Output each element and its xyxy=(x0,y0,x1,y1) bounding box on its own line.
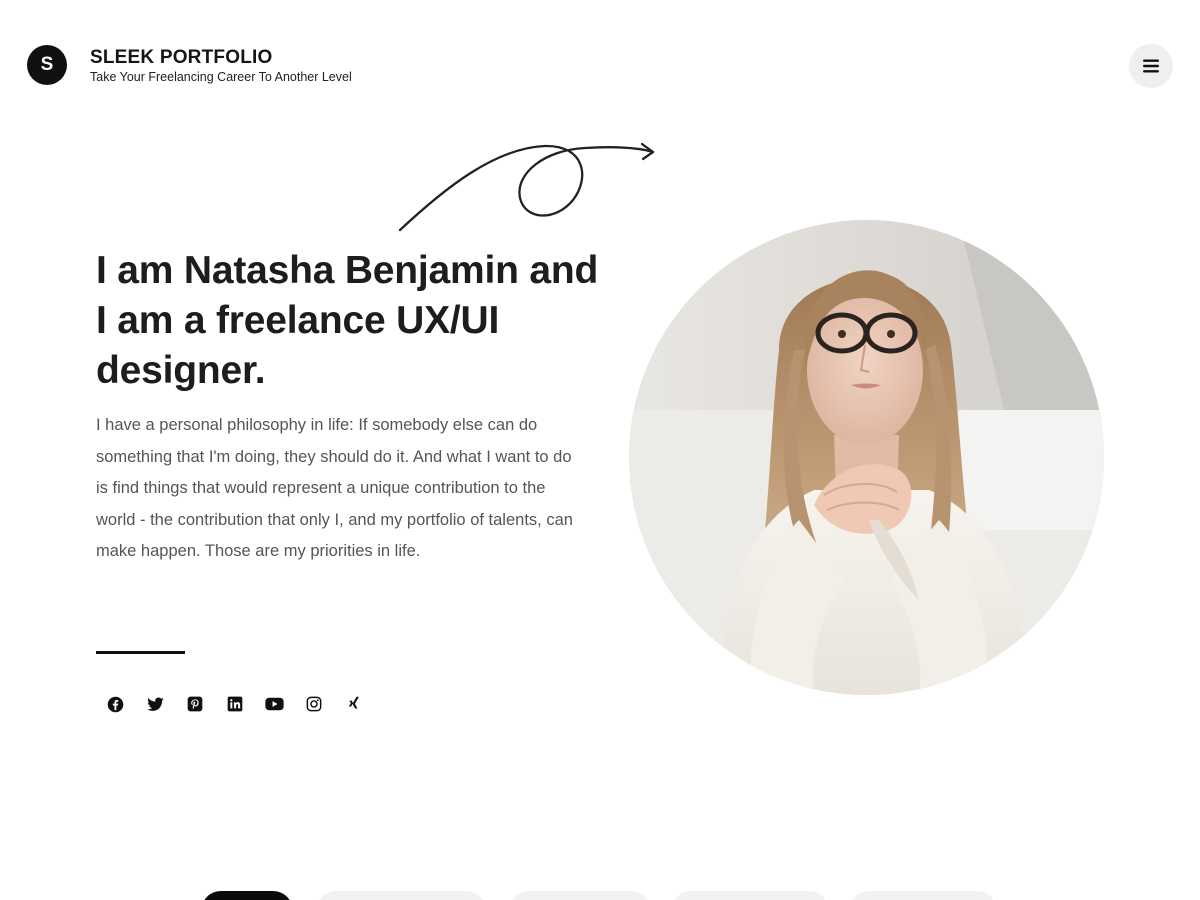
filter-tab[interactable] xyxy=(316,891,486,900)
filter-tab[interactable] xyxy=(509,891,651,900)
site-title[interactable]: SLEEK PORTFOLIO xyxy=(90,47,352,69)
instagram-icon[interactable] xyxy=(294,690,334,718)
filter-tab-active[interactable] xyxy=(201,891,293,900)
decorative-arrow-icon xyxy=(398,142,655,232)
page: S SLEEK PORTFOLIO Take Your Freelancing … xyxy=(0,0,1200,900)
menu-button[interactable] xyxy=(1129,44,1173,88)
divider xyxy=(96,651,185,654)
youtube-icon[interactable] xyxy=(255,690,295,718)
brand[interactable]: SLEEK PORTFOLIO Take Your Freelancing Ca… xyxy=(90,47,352,85)
twitter-icon[interactable] xyxy=(136,690,176,718)
logo-letter: S xyxy=(40,54,54,75)
hamburger-icon xyxy=(1143,59,1159,73)
xing-icon[interactable] xyxy=(334,690,374,718)
filter-tab[interactable] xyxy=(849,891,997,900)
site-tagline: Take Your Freelancing Career To Another … xyxy=(90,70,352,84)
logo[interactable]: S xyxy=(27,45,67,85)
linkedin-icon[interactable] xyxy=(215,690,255,718)
pinterest-icon[interactable] xyxy=(175,690,215,718)
filter-tab[interactable] xyxy=(671,891,829,900)
social-links xyxy=(96,690,374,718)
portrait-image xyxy=(629,220,1104,695)
hero-heading: I am Natasha Benjamin and I am a freelan… xyxy=(96,249,599,392)
hero-paragraph: I have a personal philosophy in life: If… xyxy=(96,416,573,561)
facebook-icon[interactable] xyxy=(96,690,136,718)
